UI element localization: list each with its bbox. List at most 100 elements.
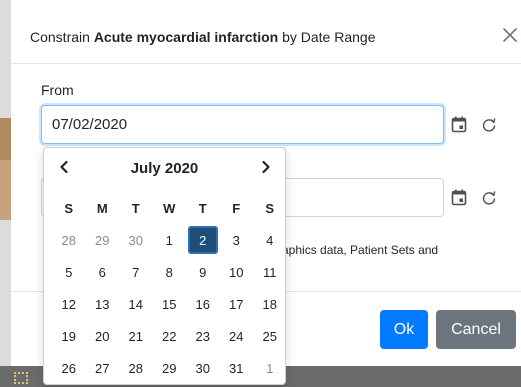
calendar-day[interactable]: 17 <box>220 288 254 320</box>
calendar-day[interactable]: 3 <box>220 224 254 256</box>
backdrop-strip <box>0 160 11 220</box>
calendar-day-number: 16 <box>195 296 210 312</box>
calendar-day-number: 25 <box>262 328 277 344</box>
weekday-header: T <box>131 200 140 216</box>
calendar-day[interactable]: 20 <box>86 320 120 352</box>
calendar-day[interactable]: 16 <box>186 288 220 320</box>
calendar-header: July 2020 <box>44 148 285 186</box>
ok-button[interactable]: Ok <box>380 310 428 349</box>
calendar-day-number: 2 <box>187 226 218 254</box>
to-reset-button[interactable] <box>474 178 504 217</box>
next-month-button[interactable] <box>254 156 278 178</box>
calendar-day[interactable]: 23 <box>186 320 220 352</box>
title-prefix: Constrain <box>30 29 94 45</box>
calendar-day[interactable]: 29 <box>86 224 120 256</box>
from-calendar-button[interactable] <box>444 105 474 144</box>
calendar-grid: S M T W T F S 28 29 30 1 2 3 4 5 6 7 8 9 10 11 12 13 14 15 16 17 18… <box>52 192 287 384</box>
title-concept: Acute myocardial infarction <box>93 29 279 45</box>
calendar-day-number: 1 <box>165 232 173 248</box>
from-label: From <box>41 82 74 98</box>
calendar-day-number: 10 <box>229 264 244 280</box>
calendar-icon <box>451 116 467 133</box>
calendar-day-number: 31 <box>229 360 244 376</box>
calendar-day-number: 22 <box>162 328 177 344</box>
chevron-right-icon <box>262 160 270 174</box>
calendar-day[interactable]: 12 <box>52 288 86 320</box>
calendar-day-number: 29 <box>162 360 177 376</box>
calendar-day-number: 9 <box>199 264 207 280</box>
calendar-day-number: 30 <box>128 232 143 248</box>
calendar-day[interactable]: 1 <box>253 352 287 384</box>
to-calendar-button[interactable] <box>444 178 474 217</box>
calendar-day[interactable]: 22 <box>153 320 187 352</box>
reset-icon <box>482 117 496 132</box>
calendar-day[interactable]: 24 <box>220 320 254 352</box>
calendar-day-number: 24 <box>229 328 244 344</box>
cancel-button[interactable]: Cancel <box>436 310 516 349</box>
calendar-day[interactable]: 19 <box>52 320 86 352</box>
weekday-header: W <box>163 200 176 216</box>
calendar-day[interactable]: 10 <box>220 256 254 288</box>
calendar-month-label[interactable]: July 2020 <box>44 160 285 177</box>
calendar-day-number: 8 <box>165 264 173 280</box>
calendar-day[interactable]: 29 <box>153 352 187 384</box>
calendar-day-number: 14 <box>128 296 143 312</box>
calendar-day[interactable]: 4 <box>253 224 287 256</box>
calendar-day[interactable]: 15 <box>153 288 187 320</box>
calendar-day[interactable]: 8 <box>153 256 187 288</box>
calendar-day[interactable]: 31 <box>220 352 254 384</box>
calendar-day-number: 21 <box>128 328 143 344</box>
calendar-day-number: 1 <box>266 360 274 376</box>
modal-header: Constrain Acute myocardial infarction by… <box>11 0 521 64</box>
calendar-day-number: 4 <box>266 232 274 248</box>
calendar-day-number: 23 <box>195 328 210 344</box>
resize-handle-icon <box>14 372 28 384</box>
weekday-header: S <box>64 200 74 216</box>
from-reset-button[interactable] <box>474 105 504 144</box>
calendar-day-number: 11 <box>263 264 277 280</box>
calendar-day[interactable]: 5 <box>52 256 86 288</box>
calendar-day-number: 7 <box>132 264 140 280</box>
calendar-day[interactable]: 9 <box>186 256 220 288</box>
calendar-day[interactable]: 14 <box>119 288 153 320</box>
calendar-day[interactable]: 28 <box>52 224 86 256</box>
calendar-day[interactable]: 6 <box>86 256 120 288</box>
info-text: aphics data, Patient Sets and <box>282 243 439 257</box>
calendar-day[interactable]: 26 <box>52 352 86 384</box>
calendar-day-number: 20 <box>95 328 110 344</box>
calendar-day[interactable]: 27 <box>86 352 120 384</box>
calendar-day[interactable]: 21 <box>119 320 153 352</box>
weekday-header: S <box>265 200 275 216</box>
modal-title: Constrain Acute myocardial infarction by… <box>30 29 376 45</box>
calendar-day-number: 12 <box>61 296 76 312</box>
calendar-day-number: 15 <box>162 296 177 312</box>
calendar-day-number: 3 <box>232 232 240 248</box>
title-suffix: by Date Range <box>278 29 376 45</box>
calendar-day-number: 13 <box>95 296 110 312</box>
calendar-day[interactable]: 1 <box>153 224 187 256</box>
calendar-day[interactable]: 28 <box>119 352 153 384</box>
calendar-day[interactable]: 11 <box>253 256 287 288</box>
from-date-input[interactable] <box>41 105 444 144</box>
calendar-day-number: 29 <box>95 232 110 248</box>
calendar-icon <box>451 189 467 206</box>
calendar-day[interactable]: 13 <box>86 288 120 320</box>
weekday-header: T <box>198 200 207 216</box>
calendar-day[interactable]: 30 <box>186 352 220 384</box>
calendar-day-number: 27 <box>95 360 110 376</box>
calendar-day-number: 6 <box>98 264 106 280</box>
reset-icon <box>482 190 496 205</box>
weekday-header: F <box>232 200 241 216</box>
calendar-day-number: 5 <box>65 264 73 280</box>
calendar-day-number: 30 <box>195 360 210 376</box>
calendar-day[interactable]: 25 <box>253 320 287 352</box>
calendar-day-selected[interactable]: 2 <box>186 224 220 256</box>
calendar-day-number: 18 <box>262 296 277 312</box>
calendar-day[interactable]: 7 <box>119 256 153 288</box>
date-picker-popup: July 2020 S M T W T F S 28 29 30 1 2 3 4 5 6 7 8 9 10 11 12 13… <box>43 147 286 385</box>
close-button[interactable] <box>499 22 521 48</box>
calendar-day[interactable]: 30 <box>119 224 153 256</box>
backdrop-strip <box>0 118 11 160</box>
calendar-day[interactable]: 18 <box>253 288 287 320</box>
calendar-day-number: 19 <box>61 328 76 344</box>
